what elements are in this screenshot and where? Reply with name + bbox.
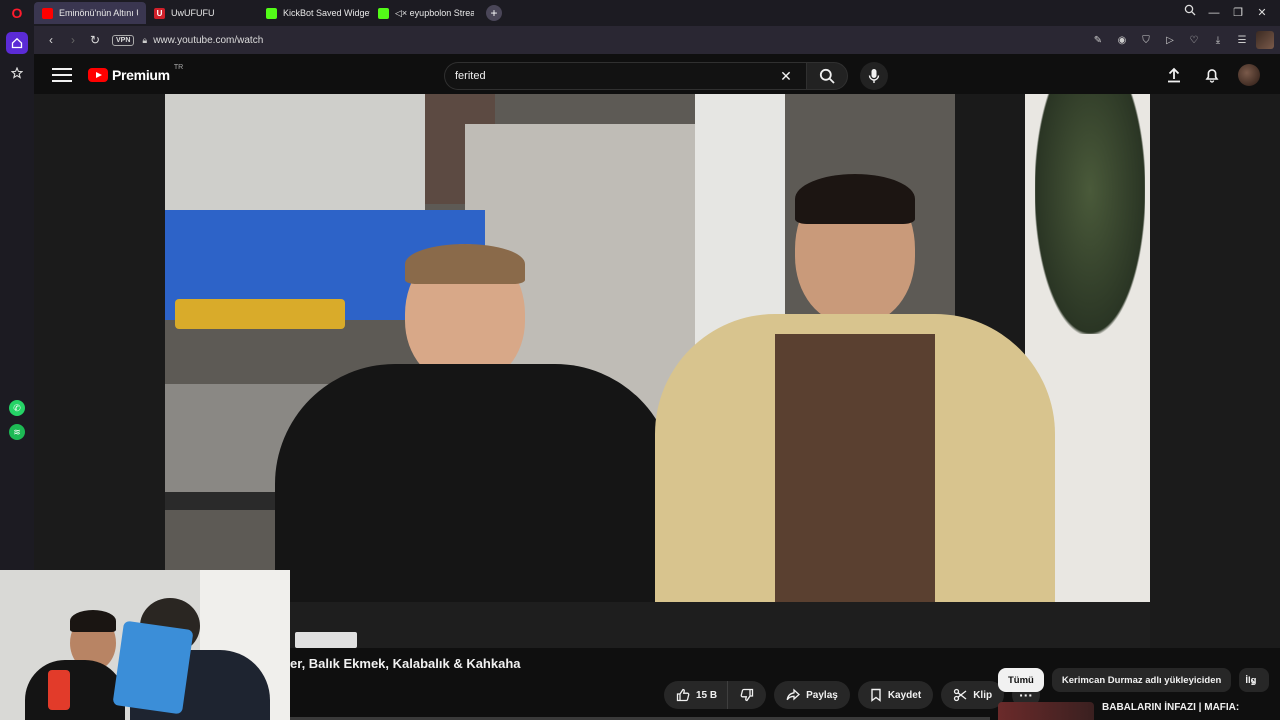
save-label: Kaydet: [887, 689, 922, 701]
clip-label: Klip: [973, 689, 993, 701]
youtube-favicon-icon: [42, 7, 53, 19]
bookmarks-star-icon[interactable]: [6, 62, 28, 84]
search-box: ✕: [444, 62, 806, 90]
video-actions: 15 B Paylaş Kaydet Klip ···: [664, 681, 1041, 709]
youtube-logo[interactable]: Premium TR: [88, 64, 184, 83]
video-player-area: [34, 94, 1280, 648]
menu-icon[interactable]: ☰: [1232, 30, 1252, 50]
url-field[interactable]: www.youtube.com/watch: [153, 35, 263, 46]
like-count: 15 B: [696, 689, 718, 701]
notifications-bell-icon[interactable]: [1200, 63, 1224, 87]
upload-icon[interactable]: [1162, 63, 1186, 87]
tab-kickbot[interactable]: KickBot Saved Widgets: [258, 2, 370, 24]
close-window-icon[interactable]: ✕: [1252, 3, 1272, 23]
snack-package: [112, 620, 194, 715]
recommended-title[interactable]: BABALARIN İNFAZI | MAFIA:: [1102, 702, 1239, 713]
clip-button[interactable]: Klip: [941, 681, 1005, 709]
tab-kick-stream[interactable]: ◁× eyupbolon Stream - K: [370, 2, 482, 24]
home-icon[interactable]: [6, 32, 28, 54]
scissors-icon: [954, 688, 967, 702]
search-icon: [819, 68, 835, 84]
thumbs-down-icon: [740, 688, 754, 702]
restore-icon[interactable]: ❐: [1228, 3, 1248, 23]
search-input[interactable]: [455, 70, 776, 82]
like-button[interactable]: 15 B: [664, 681, 728, 709]
kick-favicon-icon: [378, 7, 389, 19]
dislike-button[interactable]: [727, 681, 767, 709]
save-button[interactable]: Kaydet: [857, 681, 934, 709]
lock-icon[interactable]: 🔒︎: [142, 35, 147, 46]
download-icon[interactable]: ⤓: [1208, 30, 1228, 50]
address-tools: ✎ ◉ ⛉ ▷ ♡ ⤓ ☰: [1088, 30, 1274, 50]
microphone-icon: [868, 69, 880, 83]
camera-icon[interactable]: ◉: [1112, 30, 1132, 50]
flow-icon[interactable]: ▷: [1160, 30, 1180, 50]
vpn-badge[interactable]: VPN: [112, 34, 135, 46]
heart-icon[interactable]: ♡: [1184, 30, 1204, 50]
kick-favicon-icon: [266, 7, 277, 19]
chip-all[interactable]: Tümü: [998, 668, 1044, 692]
thumbs-up-icon: [676, 688, 690, 702]
video-player[interactable]: [165, 94, 1150, 648]
tab-label: ◁× eyupbolon Stream - K: [395, 7, 474, 18]
address-bar-row: ‹ › ↻ VPN 🔒︎ www.youtube.com/watch ✎ ◉ ⛉…: [34, 26, 1280, 54]
share-button[interactable]: Paylaş: [774, 681, 850, 709]
uwufufu-favicon-icon: U: [154, 7, 165, 19]
minimize-icon[interactable]: —: [1204, 3, 1224, 23]
video-person-left: [275, 244, 675, 648]
bookmark-icon: [871, 688, 881, 702]
chips-next-chevron-icon[interactable]: ›: [1242, 670, 1264, 692]
reload-icon[interactable]: ↻: [84, 29, 106, 51]
search-button[interactable]: [806, 62, 848, 90]
voice-search-button[interactable]: [860, 62, 888, 90]
opera-logo-icon[interactable]: O: [0, 0, 34, 26]
menu-hamburger-icon[interactable]: [52, 68, 72, 82]
search-bar: ✕: [444, 62, 888, 90]
webcam-overlay: [0, 570, 290, 720]
tab-label: Eminönü'nün Altını Üs: [59, 8, 138, 18]
share-label: Paylaş: [806, 689, 838, 701]
new-tab-button[interactable]: +: [486, 5, 502, 21]
header-actions: [1162, 63, 1260, 87]
region-code: TR: [173, 64, 184, 71]
youtube-header: Premium TR ✕: [34, 54, 1280, 96]
chip-uploader[interactable]: Kerimcan Durmaz adlı yükleyiciden: [1051, 668, 1232, 692]
share-arrow-icon: [786, 688, 801, 701]
shield-icon[interactable]: ⛉: [1136, 30, 1156, 50]
forward-icon[interactable]: ›: [62, 29, 84, 51]
clear-search-icon[interactable]: ✕: [776, 68, 796, 85]
tab-label: KickBot Saved Widgets: [283, 8, 370, 18]
edit-icon[interactable]: ✎: [1088, 30, 1108, 50]
profile-picture[interactable]: [1256, 31, 1274, 49]
tab-label: UwUFUFU: [171, 8, 215, 18]
video-title: er, Balık Ekmek, Kalabalık & Kahkaha: [290, 656, 521, 671]
recommended-video[interactable]: BABALARIN İNFAZI | MAFIA:: [998, 702, 1239, 720]
related-filter-chips: Tümü Kerimcan Durmaz adlı yükleyiciden İ…: [998, 668, 1270, 692]
tab-youtube[interactable]: Eminönü'nün Altını Üs: [34, 2, 146, 24]
recommended-thumbnail[interactable]: [998, 702, 1094, 720]
youtube-play-icon: [88, 68, 108, 82]
video-person-right: [645, 174, 1065, 648]
spotify-icon[interactable]: ≋: [9, 424, 25, 440]
back-icon[interactable]: ‹: [40, 29, 62, 51]
browser-tab-strip: O Eminönü'nün Altını Üs U UwUFUFU KickBo…: [0, 0, 1280, 26]
window-controls: — ❐ ✕: [1180, 0, 1280, 26]
tab-uwufufu[interactable]: U UwUFUFU: [146, 2, 258, 24]
youtube-brand: Premium: [112, 67, 170, 83]
search-tabs-icon[interactable]: [1180, 3, 1200, 23]
video-channel-badge: [295, 632, 357, 648]
whatsapp-icon[interactable]: ✆: [9, 400, 25, 416]
account-avatar[interactable]: [1238, 64, 1260, 86]
